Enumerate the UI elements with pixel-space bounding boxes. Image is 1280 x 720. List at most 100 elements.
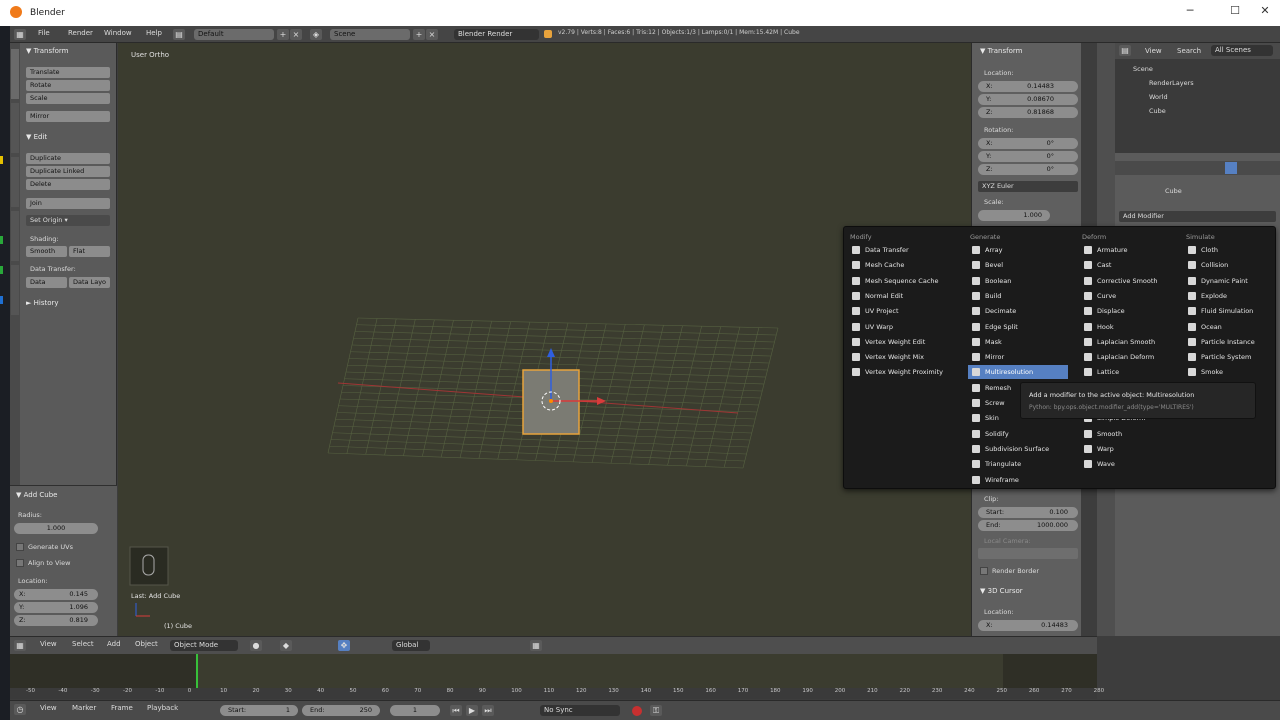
layout-field[interactable]: Default — [194, 29, 274, 40]
outliner-display-select[interactable]: All Scenes — [1211, 45, 1273, 56]
delete-button[interactable]: Delete — [26, 179, 110, 190]
modifier-item-displace[interactable]: Displace — [1080, 304, 1180, 318]
flat-button[interactable]: Flat — [69, 246, 110, 257]
add-layout-icon[interactable]: + — [277, 29, 289, 40]
tree-renderlayers[interactable]: RenderLayers — [1149, 79, 1194, 87]
modifier-item-curve[interactable]: Curve — [1080, 289, 1180, 303]
modifier-item-lattice[interactable]: Lattice — [1080, 365, 1180, 379]
modifier-item-particle-instance[interactable]: Particle Instance — [1184, 335, 1280, 349]
mirror-button[interactable]: Mirror — [26, 111, 110, 122]
minimize-button[interactable]: ─ — [1170, 4, 1210, 22]
jump-start-icon[interactable]: ⏮ — [450, 705, 462, 716]
editor-type-icon[interactable]: ▦ — [14, 640, 26, 651]
align-to-view-checkbox[interactable] — [16, 559, 24, 567]
join-button[interactable]: Join — [26, 198, 110, 209]
add-cube-header[interactable]: ▼ Add Cube — [16, 491, 57, 499]
modifier-item-build[interactable]: Build — [968, 289, 1068, 303]
generate-uvs-checkbox[interactable] — [16, 543, 24, 551]
pivot-icon[interactable]: ◆ — [280, 640, 292, 651]
modifier-item-data-transfer[interactable]: Data Transfer — [848, 243, 948, 257]
modifier-item-vertex-weight-proximity[interactable]: Vertex Weight Proximity — [848, 365, 948, 379]
modifier-item-edge-split[interactable]: Edge Split — [968, 320, 1068, 334]
modifier-item-warp[interactable]: Warp — [1080, 442, 1180, 456]
n-loc-z-field[interactable]: Z: 0.81868 — [978, 107, 1078, 118]
local-camera-field[interactable] — [978, 548, 1078, 559]
view-menu[interactable]: View — [40, 640, 57, 648]
n-loc-x-field[interactable]: X: 0.14483 — [978, 81, 1078, 92]
timeline-editor-icon[interactable]: ◷ — [14, 704, 26, 715]
render-engine-select[interactable]: Blender Render — [454, 29, 539, 40]
loc-z-field[interactable]: Z: 0.819 — [14, 615, 98, 626]
close-button[interactable]: ✕ — [1245, 4, 1280, 22]
data-layouts-button[interactable]: Data Layo — [69, 277, 110, 288]
modifier-item-array[interactable]: Array — [968, 243, 1068, 257]
loc-x-field[interactable]: X: 0.145 — [14, 589, 98, 600]
keying-icon[interactable]: ⚿ — [650, 705, 662, 716]
tree-scene[interactable]: Scene — [1133, 65, 1153, 73]
render-border-checkbox[interactable] — [980, 567, 988, 575]
manipulator-icon[interactable]: ✥ — [338, 640, 350, 651]
n-loc-y-field[interactable]: Y: 0.08670 — [978, 94, 1078, 105]
modifier-item-laplacian-smooth[interactable]: Laplacian Smooth — [1080, 335, 1180, 349]
rotation-mode-select[interactable]: XYZ Euler — [978, 181, 1078, 192]
clip-end-field[interactable]: End: 1000.000 — [978, 520, 1078, 531]
modifier-item-mesh-cache[interactable]: Mesh Cache — [848, 258, 948, 272]
playback-menu[interactable]: Playback — [147, 704, 178, 712]
current-frame-indicator[interactable] — [196, 654, 198, 688]
modifier-item-vertex-weight-mix[interactable]: Vertex Weight Mix — [848, 350, 948, 364]
outliner-view-menu[interactable]: View — [1145, 47, 1162, 55]
edit-panel-header[interactable]: ▼ Edit — [26, 133, 47, 141]
radius-field[interactable]: 1.000 — [14, 523, 98, 534]
modifier-item-particle-system[interactable]: Particle System — [1184, 350, 1280, 364]
modifier-item-vertex-weight-edit[interactable]: Vertex Weight Edit — [848, 335, 948, 349]
cursor-x-field[interactable]: X: 0.14483 — [978, 620, 1078, 631]
add-modifier-button[interactable]: Add Modifier — [1119, 211, 1276, 222]
modifier-item-wave[interactable]: Wave — [1080, 457, 1180, 471]
orientation-select[interactable]: Global — [392, 640, 430, 651]
menu-file[interactable]: File — [38, 29, 50, 37]
jump-end-icon[interactable]: ⏭ — [482, 705, 494, 716]
modifier-item-mask[interactable]: Mask — [968, 335, 1068, 349]
duplicate-linked-button[interactable]: Duplicate Linked — [26, 166, 110, 177]
n-scale-x-field[interactable]: 1.000 — [978, 210, 1050, 221]
frame-menu[interactable]: Frame — [111, 704, 133, 712]
remove-scene-icon[interactable]: × — [426, 29, 438, 40]
modifier-tab-wrench-icon[interactable] — [1225, 162, 1237, 174]
modifier-item-wireframe[interactable]: Wireframe — [968, 473, 1068, 487]
modifier-item-armature[interactable]: Armature — [1080, 243, 1180, 257]
outliner-search-menu[interactable]: Search — [1177, 47, 1201, 55]
n-rot-x-field[interactable]: X: 0° — [978, 138, 1078, 149]
modifier-item-hook[interactable]: Hook — [1080, 320, 1180, 334]
gizmo-z-arrow-icon[interactable] — [547, 348, 555, 357]
modifier-item-smooth[interactable]: Smooth — [1080, 427, 1180, 441]
mode-select[interactable]: Object Mode — [170, 640, 238, 651]
object-menu[interactable]: Object — [135, 640, 158, 648]
modifier-item-normal-edit[interactable]: Normal Edit — [848, 289, 948, 303]
modifier-item-cloth[interactable]: Cloth — [1184, 243, 1280, 257]
modifier-item-triangulate[interactable]: Triangulate — [968, 457, 1068, 471]
gizmo-x-arrow-icon[interactable] — [597, 397, 606, 405]
3d-cursor-header[interactable]: ▼ 3D Cursor — [980, 587, 1023, 595]
modifier-item-bevel[interactable]: Bevel — [968, 258, 1068, 272]
modifier-item-fluid-simulation[interactable]: Fluid Simulation — [1184, 304, 1280, 318]
tab-tools[interactable] — [11, 49, 19, 99]
smooth-button[interactable]: Smooth — [26, 246, 67, 257]
modifier-item-decimate[interactable]: Decimate — [968, 304, 1068, 318]
transform-panel-header[interactable]: ▼ Transform — [26, 47, 68, 55]
end-frame-field[interactable]: End: 250 — [302, 705, 380, 716]
add-scene-icon[interactable]: + — [413, 29, 425, 40]
modifier-item-boolean[interactable]: Boolean — [968, 274, 1068, 288]
start-frame-field[interactable]: Start: 1 — [220, 705, 298, 716]
layers-icon[interactable]: ▦ — [530, 640, 542, 651]
menu-window[interactable]: Window — [104, 29, 132, 37]
sync-select[interactable]: No Sync — [540, 705, 620, 716]
marker-menu[interactable]: Marker — [72, 704, 96, 712]
modifier-item-explode[interactable]: Explode — [1184, 289, 1280, 303]
add-menu[interactable]: Add — [107, 640, 121, 648]
modifier-item-corrective-smooth[interactable]: Corrective Smooth — [1080, 274, 1180, 288]
modifier-item-ocean[interactable]: Ocean — [1184, 320, 1280, 334]
translate-button[interactable]: Translate — [26, 67, 110, 78]
play-icon[interactable]: ▶ — [466, 705, 478, 716]
history-panel-header[interactable]: ► History — [26, 299, 59, 307]
timeline-area[interactable] — [10, 654, 1097, 688]
